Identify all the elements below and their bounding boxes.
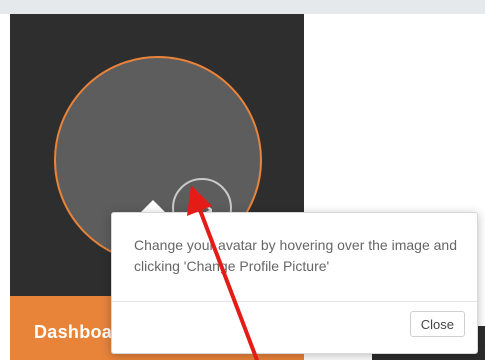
- popover-divider: [112, 301, 477, 302]
- top-strip: [0, 0, 485, 14]
- dashboard-nav-label: Dashboa: [34, 322, 113, 342]
- close-button[interactable]: Close: [409, 311, 465, 337]
- popover-message: Change your avatar by hovering over the …: [134, 237, 457, 274]
- avatar-help-popover: Change your avatar by hovering over the …: [111, 212, 478, 354]
